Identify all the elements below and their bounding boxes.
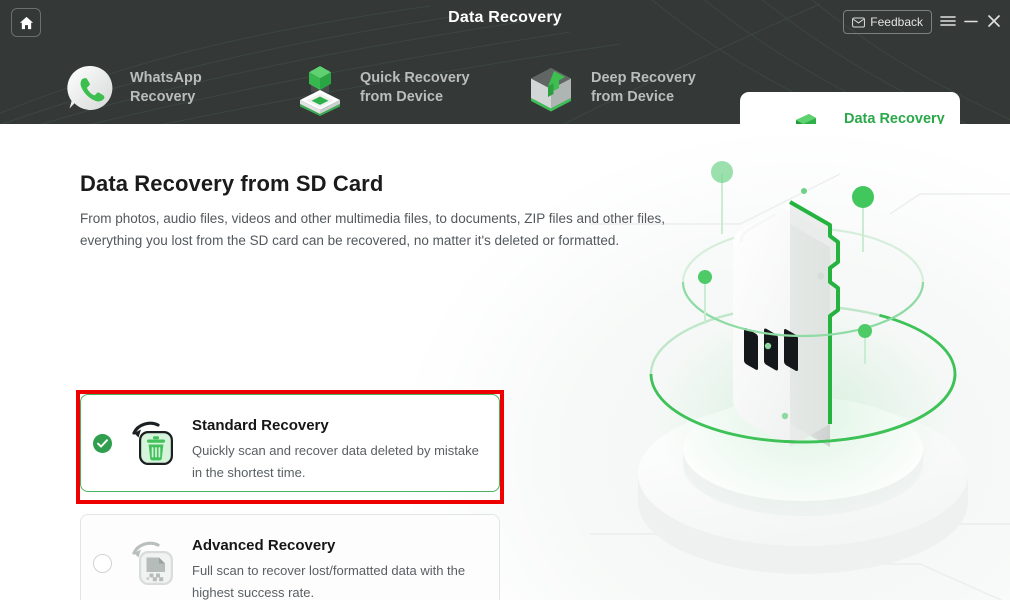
option-description: Full scan to recover lost/formatted data… [192,563,466,600]
green-cube-platform-icon [300,66,340,116]
close-button[interactable] [984,11,1004,31]
title-bar: Data Recovery Feedback [0,0,1010,44]
main-content: Data Recovery from SD Card From photos, … [0,124,1010,600]
whatsapp-phone-icon [67,65,113,110]
hamburger-menu-button[interactable] [938,11,958,31]
app-header: Data Recovery Feedback WhatsApp Recovery… [0,0,1010,124]
radio-advanced-recovery[interactable] [93,554,112,573]
minimize-button[interactable] [961,11,981,31]
hamburger-menu-icon [940,16,956,26]
feedback-label: Feedback [870,15,923,29]
tab-data-recovery-from-sd-card[interactable]: Data Recovery from SD Card [740,92,960,124]
box-with-down-arrow-icon [531,68,571,112]
feedback-button[interactable]: Feedback [843,10,932,34]
page-title: Data Recovery from SD Card [80,171,384,196]
tab-label: Deep Recovery from Device [591,70,696,105]
tab-deep-recovery-from-device[interactable]: Deep Recovery from Device [523,48,696,124]
envelope-icon [852,16,866,28]
page-description: From photos, audio files, videos and oth… [80,211,666,248]
app-window: Data Recovery Feedback WhatsApp Recovery… [0,0,1010,600]
main-navigation-tabs: WhatsApp Recovery Quick Recovery from De… [0,44,1010,124]
tab-label: WhatsApp Recovery [130,70,202,105]
option-title: Advanced Recovery [192,537,336,554]
tab-whatsapp-recovery[interactable]: WhatsApp Recovery [62,48,202,124]
option-description: Quickly scan and recover data deleted by… [192,443,479,480]
tab-label: Data Recovery from SD Card [844,111,945,124]
trash-restore-icon [132,421,173,465]
sd-card-icon [796,114,816,124]
tab-label: Quick Recovery from Device [360,70,470,105]
tab-quick-recovery-from-device[interactable]: Quick Recovery from Device [292,48,470,124]
minimize-icon [964,20,978,23]
option-title: Standard Recovery [192,417,329,434]
option-standard-recovery[interactable]: Standard Recovery Quickly scan and recov… [80,394,500,492]
file-restore-icon [132,541,173,585]
option-advanced-recovery[interactable]: Advanced Recovery Full scan to recover l… [80,514,500,600]
close-icon [988,15,1000,27]
isometric-sd-card-illustration [590,161,1010,600]
check-icon [97,439,108,448]
radio-standard-recovery[interactable] [93,434,112,453]
